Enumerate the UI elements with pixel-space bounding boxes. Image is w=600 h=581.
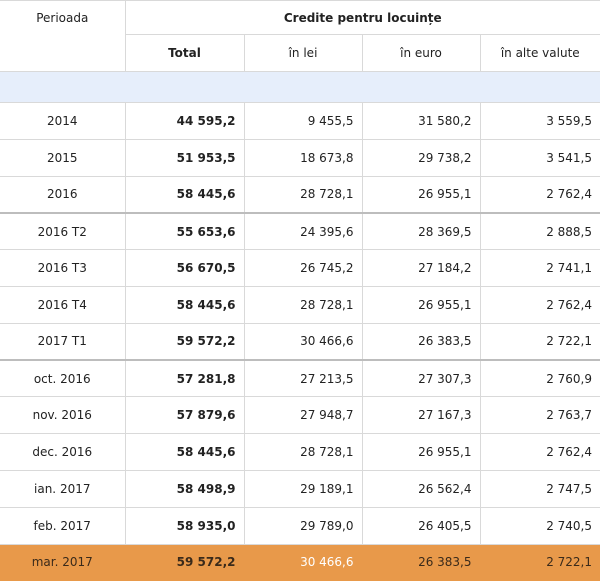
other-currency-cell: 2 747,5: [479, 469, 600, 508]
lei-cell: 26 745,2: [243, 249, 363, 287]
lei-cell: 28 728,1: [243, 433, 363, 471]
housing-credit-group-header: Credite pentru locuințe: [124, 0, 600, 35]
euro-cell: 26 955,1: [361, 285, 481, 324]
euro-column-header: în euro: [361, 34, 481, 72]
period-cell: feb. 2017: [0, 506, 126, 545]
period-cell: nov. 2016: [0, 396, 126, 435]
total-cell: 44 595,2: [124, 102, 245, 140]
other-currency-cell: 3 541,5: [479, 138, 600, 177]
other-currency-cell: 2 722,1: [479, 543, 600, 581]
table-row[interactable]: 2014 44 595,2 9 455,5 31 580,2 3 559,5: [0, 102, 600, 140]
lei-cell: 27 213,5: [243, 359, 363, 398]
total-cell: 59 572,2: [124, 322, 245, 361]
period-cell: 2017 T1: [0, 322, 126, 361]
table-row[interactable]: 2016 T2 55 653,6 24 395,6 28 369,5 2 888,5: [0, 211, 600, 251]
euro-cell: 27 307,3: [361, 359, 481, 398]
other-currency-cell: 2 741,1: [479, 249, 600, 287]
total-cell: 59 572,2: [124, 543, 245, 581]
header-spacer-band: [0, 71, 600, 103]
period-cell: 2014: [0, 102, 126, 140]
lei-cell: 9 455,5: [243, 102, 363, 140]
other-currency-column-header: în alte valute: [479, 34, 600, 72]
euro-cell: 29 738,2: [361, 138, 481, 177]
table-row[interactable]: 2016 58 445,6 28 728,1 26 955,1 2 762,4: [0, 175, 600, 214]
other-currency-cell: 2 762,4: [479, 175, 600, 214]
euro-cell: 28 369,5: [361, 211, 481, 251]
period-cell: 2016: [0, 175, 126, 214]
total-cell: 58 445,6: [124, 285, 245, 324]
euro-cell: 26 383,5: [361, 322, 481, 361]
other-currency-cell: 2 762,4: [479, 285, 600, 324]
table-row[interactable]: feb. 2017 58 935,0 29 789,0 26 405,5 2 740,5: [0, 506, 600, 545]
euro-cell: 26 955,1: [361, 433, 481, 471]
total-cell: 58 445,6: [124, 175, 245, 214]
lei-column-header: în lei: [243, 34, 363, 72]
other-currency-cell: 3 559,5: [479, 102, 600, 140]
lei-cell: 30 466,6: [243, 322, 363, 361]
euro-cell: 26 405,5: [361, 506, 481, 545]
euro-cell: 26 383,5: [361, 543, 481, 581]
period-cell: 2016 T3: [0, 249, 126, 287]
other-currency-cell: 2 740,5: [479, 506, 600, 545]
table-row[interactable]: 2015 51 953,5 18 673,8 29 738,2 3 541,5: [0, 138, 600, 177]
other-currency-cell: 2 762,4: [479, 433, 600, 471]
euro-cell: 27 184,2: [361, 249, 481, 287]
table-row[interactable]: 2016 T3 56 670,5 26 745,2 27 184,2 2 741,1: [0, 249, 600, 287]
euro-cell: 26 955,1: [361, 175, 481, 214]
period-cell: oct. 2016: [0, 359, 126, 398]
housing-credit-table: Perioada Credite pentru locuințe Total î…: [0, 0, 600, 581]
period-cell: 2015: [0, 138, 126, 177]
period-cell: 2016 T4: [0, 285, 126, 324]
total-cell: 57 879,6: [124, 396, 245, 435]
total-cell: 51 953,5: [124, 138, 245, 177]
period-column-header: Perioada: [0, 0, 126, 72]
lei-cell: 30 466,6: [243, 543, 363, 581]
table-row[interactable]: 2016 T4 58 445,6 28 728,1 26 955,1 2 762,4: [0, 285, 600, 324]
lei-cell: 18 673,8: [243, 138, 363, 177]
total-column-header: Total: [125, 34, 245, 72]
lei-cell: 24 395,6: [243, 211, 363, 251]
table-row[interactable]: 2017 T1 59 572,2 30 466,6 26 383,5 2 722,1: [0, 322, 600, 361]
period-cell: ian. 2017: [0, 469, 126, 508]
period-cell: mar. 2017: [0, 543, 126, 581]
euro-cell: 27 167,3: [361, 396, 481, 435]
other-currency-cell: 2 763,7: [479, 396, 600, 435]
other-currency-cell: 2 888,5: [479, 211, 600, 251]
total-cell: 58 498,9: [124, 469, 245, 508]
lei-cell: 28 728,1: [243, 285, 363, 324]
period-cell: dec. 2016: [0, 433, 126, 471]
table-row-selected[interactable]: mar. 2017 59 572,2 30 466,6 26 383,5 2 722,1: [0, 543, 600, 581]
table-row[interactable]: dec. 2016 58 445,6 28 728,1 26 955,1 2 762,4: [0, 433, 600, 471]
euro-cell: 31 580,2: [361, 102, 481, 140]
total-cell: 55 653,6: [124, 211, 245, 251]
table-row[interactable]: ian. 2017 58 498,9 29 189,1 26 562,4 2 747,5: [0, 469, 600, 508]
lei-cell: 29 189,1: [243, 469, 363, 508]
lei-cell: 29 789,0: [243, 506, 363, 545]
table-row[interactable]: oct. 2016 57 281,8 27 213,5 27 307,3 2 760,9: [0, 359, 600, 398]
table-row[interactable]: nov. 2016 57 879,6 27 948,7 27 167,3 2 763,7: [0, 396, 600, 435]
total-cell: 56 670,5: [124, 249, 245, 287]
total-cell: 58 445,6: [124, 433, 245, 471]
lei-cell: 27 948,7: [243, 396, 363, 435]
total-cell: 58 935,0: [124, 506, 245, 545]
other-currency-cell: 2 760,9: [479, 359, 600, 398]
euro-cell: 26 562,4: [361, 469, 481, 508]
total-cell: 57 281,8: [124, 359, 245, 398]
other-currency-cell: 2 722,1: [479, 322, 600, 361]
period-cell: 2016 T2: [0, 211, 126, 251]
lei-cell: 28 728,1: [243, 175, 363, 214]
